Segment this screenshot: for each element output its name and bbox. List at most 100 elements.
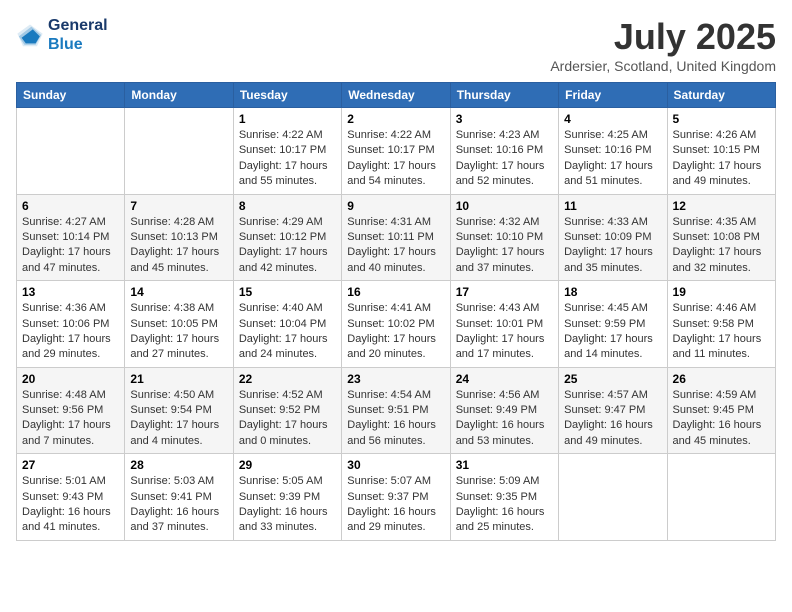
day-cell: 3 Sunrise: 4:23 AM Sunset: 10:16 PM Dayli…	[450, 108, 558, 195]
column-header-saturday: Saturday	[667, 83, 775, 108]
week-row-1: 1 Sunrise: 4:22 AM Sunset: 10:17 PM Dayli…	[17, 108, 776, 195]
day-cell: 7 Sunrise: 4:28 AM Sunset: 10:13 PM Dayli…	[125, 194, 233, 281]
logo-line1: General	[48, 16, 108, 35]
day-cell: 22 Sunrise: 4:52 AM Sunset: 9:52 PM Dayli…	[233, 367, 341, 454]
day-cell: 19Sunrise: 4:46 AM Sunset: 9:58 PM Dayli…	[667, 281, 775, 368]
logo: General Blue	[16, 16, 108, 54]
day-cell: 10 Sunrise: 4:32 AM Sunset: 10:10 PM Dayl…	[450, 194, 558, 281]
day-info: Sunrise: 4:45 AM Sunset: 9:59 PM Dayligh…	[564, 301, 661, 363]
day-cell: 14Sunrise: 4:38 AM Sunset: 10:05 PM Dayl…	[125, 281, 233, 368]
day-info: Sunrise: 5:03 AM Sunset: 9:41 PM Dayligh…	[130, 474, 227, 536]
day-cell: 23 Sunrise: 4:54 AM Sunset: 9:51 PM Dayli…	[342, 367, 450, 454]
column-header-monday: Monday	[125, 83, 233, 108]
day-number: 2	[347, 112, 444, 126]
day-cell: 15 Sunrise: 4:40 AM Sunset: 10:04 PM Dayl…	[233, 281, 341, 368]
day-cell	[559, 454, 667, 541]
day-info: Sunrise: 5:01 AM Sunset: 9:43 PM Dayligh…	[22, 474, 119, 536]
week-row-5: 27 Sunrise: 5:01 AM Sunset: 9:43 PM Dayli…	[17, 454, 776, 541]
day-cell	[17, 108, 125, 195]
day-number: 8	[239, 199, 336, 213]
day-info: Sunrise: 4:56 AM Sunset: 9:49 PM Dayligh…	[456, 388, 553, 450]
day-info: Sunrise: 4:22 AM Sunset: 10:17 PM Daylig…	[239, 128, 336, 190]
day-number: 1	[239, 112, 336, 126]
day-info: Sunrise: 4:57 AM Sunset: 9:47 PM Dayligh…	[564, 388, 661, 450]
day-number: 4	[564, 112, 661, 126]
day-cell: 17 Sunrise: 4:43 AM Sunset: 10:01 PM Dayl…	[450, 281, 558, 368]
day-cell: 11 Sunrise: 4:33 AM Sunset: 10:09 PM Dayl…	[559, 194, 667, 281]
day-info: Sunrise: 4:48 AM Sunset: 9:56 PM Dayligh…	[22, 388, 119, 450]
day-number: 5	[673, 112, 770, 126]
day-number: 3	[456, 112, 553, 126]
location: Ardersier, Scotland, United Kingdom	[550, 58, 776, 74]
day-info: Sunrise: 5:07 AM Sunset: 9:37 PM Dayligh…	[347, 474, 444, 536]
day-info: Sunrise: 5:09 AM Sunset: 9:35 PM Dayligh…	[456, 474, 553, 536]
day-number: 6	[22, 199, 119, 213]
day-number: 12	[673, 199, 770, 213]
day-number: 7	[130, 199, 227, 213]
day-info: Sunrise: 5:05 AM Sunset: 9:39 PM Dayligh…	[239, 474, 336, 536]
day-cell: 5 Sunrise: 4:26 AM Sunset: 10:15 PM Dayli…	[667, 108, 775, 195]
logo-line2: Blue	[48, 35, 108, 54]
day-number: 11	[564, 199, 661, 213]
page-header: General Blue July 2025 Ardersier, Scotla…	[16, 16, 776, 74]
day-info: Sunrise: 4:25 AM Sunset: 10:16 PM Daylig…	[564, 128, 661, 190]
day-cell: 8 Sunrise: 4:29 AM Sunset: 10:12 PM Dayli…	[233, 194, 341, 281]
day-info: Sunrise: 4:32 AM Sunset: 10:10 PM Daylig…	[456, 215, 553, 277]
day-cell: 6 Sunrise: 4:27 AM Sunset: 10:14 PM Dayli…	[17, 194, 125, 281]
day-cell: 21Sunrise: 4:50 AM Sunset: 9:54 PM Dayli…	[125, 367, 233, 454]
day-cell: 30 Sunrise: 5:07 AM Sunset: 9:37 PM Dayli…	[342, 454, 450, 541]
day-number: 16	[347, 285, 444, 299]
day-cell: 16 Sunrise: 4:41 AM Sunset: 10:02 PM Dayl…	[342, 281, 450, 368]
day-cell: 28Sunrise: 5:03 AM Sunset: 9:41 PM Dayli…	[125, 454, 233, 541]
day-cell: 20 Sunrise: 4:48 AM Sunset: 9:56 PM Dayli…	[17, 367, 125, 454]
day-number: 10	[456, 199, 553, 213]
day-cell: 18 Sunrise: 4:45 AM Sunset: 9:59 PM Dayli…	[559, 281, 667, 368]
day-cell	[125, 108, 233, 195]
day-number: 17	[456, 285, 553, 299]
day-info: Sunrise: 4:29 AM Sunset: 10:12 PM Daylig…	[239, 215, 336, 277]
day-cell: 9Sunrise: 4:31 AM Sunset: 10:11 PM Dayli…	[342, 194, 450, 281]
day-info: Sunrise: 4:43 AM Sunset: 10:01 PM Daylig…	[456, 301, 553, 363]
day-number: 31	[456, 458, 553, 472]
day-info: Sunrise: 4:28 AM Sunset: 10:13 PM Daylig…	[130, 215, 227, 277]
calendar-table: SundayMondayTuesdayWednesdayThursdayFrid…	[16, 82, 776, 541]
day-number: 20	[22, 372, 119, 386]
day-cell: 2 Sunrise: 4:22 AM Sunset: 10:17 PM Dayli…	[342, 108, 450, 195]
day-info: Sunrise: 4:31 AM Sunset: 10:11 PM Daylig…	[347, 215, 444, 277]
day-cell: 27 Sunrise: 5:01 AM Sunset: 9:43 PM Dayli…	[17, 454, 125, 541]
day-info: Sunrise: 4:23 AM Sunset: 10:16 PM Daylig…	[456, 128, 553, 190]
title-block: July 2025 Ardersier, Scotland, United Ki…	[550, 16, 776, 74]
day-cell: 4 Sunrise: 4:25 AM Sunset: 10:16 PM Dayli…	[559, 108, 667, 195]
day-info: Sunrise: 4:26 AM Sunset: 10:15 PM Daylig…	[673, 128, 770, 190]
column-header-tuesday: Tuesday	[233, 83, 341, 108]
day-number: 26	[673, 372, 770, 386]
day-info: Sunrise: 4:22 AM Sunset: 10:17 PM Daylig…	[347, 128, 444, 190]
week-row-3: 13 Sunrise: 4:36 AM Sunset: 10:06 PM Dayl…	[17, 281, 776, 368]
day-info: Sunrise: 4:36 AM Sunset: 10:06 PM Daylig…	[22, 301, 119, 363]
day-number: 13	[22, 285, 119, 299]
day-cell: 25Sunrise: 4:57 AM Sunset: 9:47 PM Dayli…	[559, 367, 667, 454]
day-info: Sunrise: 4:38 AM Sunset: 10:05 PM Daylig…	[130, 301, 227, 363]
logo-icon	[16, 21, 44, 49]
day-cell: 31 Sunrise: 5:09 AM Sunset: 9:35 PM Dayli…	[450, 454, 558, 541]
day-number: 18	[564, 285, 661, 299]
day-number: 27	[22, 458, 119, 472]
day-number: 15	[239, 285, 336, 299]
day-number: 21	[130, 372, 227, 386]
day-info: Sunrise: 4:35 AM Sunset: 10:08 PM Daylig…	[673, 215, 770, 277]
day-info: Sunrise: 4:54 AM Sunset: 9:51 PM Dayligh…	[347, 388, 444, 450]
day-info: Sunrise: 4:52 AM Sunset: 9:52 PM Dayligh…	[239, 388, 336, 450]
month-title: July 2025	[550, 16, 776, 58]
day-info: Sunrise: 4:33 AM Sunset: 10:09 PM Daylig…	[564, 215, 661, 277]
day-cell: 13 Sunrise: 4:36 AM Sunset: 10:06 PM Dayl…	[17, 281, 125, 368]
day-number: 30	[347, 458, 444, 472]
day-number: 19	[673, 285, 770, 299]
day-info: Sunrise: 4:40 AM Sunset: 10:04 PM Daylig…	[239, 301, 336, 363]
day-info: Sunrise: 4:41 AM Sunset: 10:02 PM Daylig…	[347, 301, 444, 363]
day-info: Sunrise: 4:27 AM Sunset: 10:14 PM Daylig…	[22, 215, 119, 277]
day-cell: 24Sunrise: 4:56 AM Sunset: 9:49 PM Dayli…	[450, 367, 558, 454]
day-number: 23	[347, 372, 444, 386]
day-cell: 12 Sunrise: 4:35 AM Sunset: 10:08 PM Dayl…	[667, 194, 775, 281]
day-number: 22	[239, 372, 336, 386]
day-cell: 26Sunrise: 4:59 AM Sunset: 9:45 PM Dayli…	[667, 367, 775, 454]
